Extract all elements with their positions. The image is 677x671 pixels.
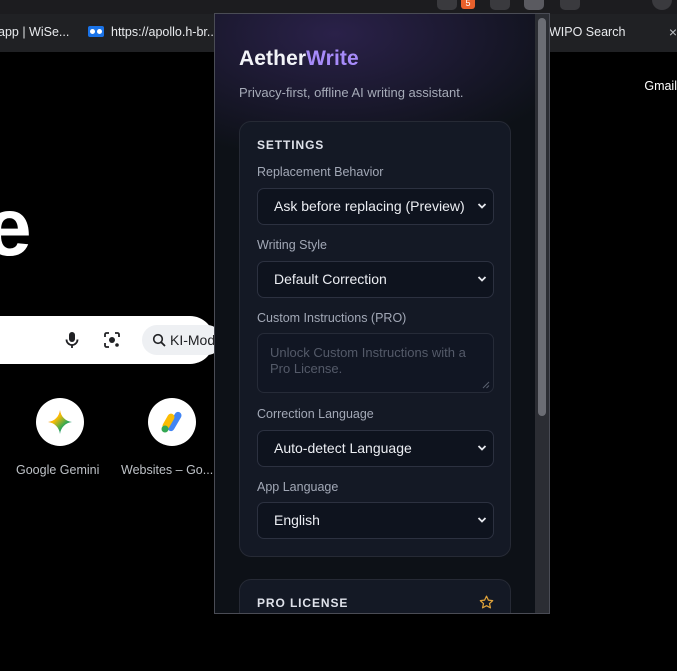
gmail-link[interactable]: Gmail bbox=[644, 79, 677, 93]
bookmark-favicon-icon bbox=[88, 26, 104, 37]
google-logo-fragment: e bbox=[0, 182, 32, 273]
extension-button[interactable] bbox=[560, 0, 580, 10]
extension-button[interactable] bbox=[490, 0, 510, 10]
browser-toolbar: 5 bbox=[0, 0, 677, 14]
magnify-sparkle-icon bbox=[152, 333, 166, 347]
shortcut-websites[interactable] bbox=[148, 398, 196, 446]
popup-scrollbar[interactable] bbox=[535, 14, 549, 613]
correction-language-value: Auto-detect Language bbox=[274, 440, 412, 456]
custom-instructions-textarea[interactable]: Unlock Custom Instructions with a Pro Li… bbox=[257, 333, 494, 393]
app-language-select[interactable]: English bbox=[257, 502, 494, 539]
gemini-icon bbox=[48, 410, 72, 434]
correction-language-select[interactable]: Auto-detect Language bbox=[257, 430, 494, 467]
aetherwrite-extension-button[interactable] bbox=[524, 0, 544, 10]
replacement-behavior-select[interactable]: Ask before replacing (Preview) bbox=[257, 188, 494, 225]
app-language-value: English bbox=[274, 512, 320, 528]
writing-style-label: Writing Style bbox=[257, 238, 327, 252]
shortcut-google-gemini[interactable] bbox=[36, 398, 84, 446]
ai-mode-chip[interactable]: KI-Modus bbox=[142, 325, 222, 355]
shortcut-label: Google Gemini bbox=[16, 463, 100, 477]
correction-language-label: Correction Language bbox=[257, 407, 374, 421]
chevron-down-icon bbox=[477, 276, 487, 282]
shortcut-label: Websites – Go... bbox=[121, 463, 214, 477]
pro-license-title: PRO LICENSE bbox=[257, 596, 349, 610]
bookmark-label: https://apollo.h-br... bbox=[111, 25, 218, 39]
settings-card: SETTINGS Replacement Behavior Ask before… bbox=[239, 121, 511, 557]
scrollbar-thumb[interactable] bbox=[538, 18, 546, 416]
tagline: Privacy-first, offline AI writing assist… bbox=[239, 85, 464, 100]
bookmark-item[interactable]: https://apollo.h-br... bbox=[88, 25, 217, 39]
camera-search-icon[interactable] bbox=[103, 331, 121, 349]
custom-instructions-label: Custom Instructions (PRO) bbox=[257, 311, 407, 325]
aetherwrite-popup: AetherWrite Privacy-first, offline AI wr… bbox=[214, 13, 550, 614]
extension-badge: 5 bbox=[461, 0, 475, 9]
google-search-bar[interactable]: KI-Modus bbox=[0, 316, 222, 364]
replacement-behavior-value: Ask before replacing (Preview) bbox=[274, 198, 465, 214]
resize-handle-icon[interactable] bbox=[482, 381, 490, 389]
app-title-part2: Write bbox=[306, 47, 359, 70]
chevron-down-icon bbox=[477, 517, 487, 523]
writing-style-select[interactable]: Default Correction bbox=[257, 261, 494, 298]
replacement-behavior-label: Replacement Behavior bbox=[257, 165, 384, 179]
chevron-down-icon bbox=[477, 203, 487, 209]
google-ads-icon bbox=[161, 411, 182, 433]
app-language-label: App Language bbox=[257, 480, 339, 494]
microphone-icon[interactable] bbox=[64, 331, 80, 349]
custom-instructions-placeholder: Unlock Custom Instructions with a Pro Li… bbox=[270, 345, 466, 376]
bookmark-item[interactable]: WIPO Search bbox=[549, 25, 625, 39]
settings-title: SETTINGS bbox=[257, 138, 325, 152]
app-title-part1: Aether bbox=[239, 47, 307, 70]
app-title: AetherWrite bbox=[239, 47, 359, 71]
extension-button[interactable] bbox=[437, 0, 457, 10]
chevron-down-icon bbox=[477, 445, 487, 451]
profile-avatar[interactable] bbox=[652, 0, 672, 10]
star-icon bbox=[479, 595, 494, 609]
bookmark-item[interactable]: app | WiSe... bbox=[0, 25, 69, 39]
close-icon[interactable]: × bbox=[669, 24, 677, 40]
pro-license-card: PRO LICENSE bbox=[239, 579, 511, 613]
writing-style-value: Default Correction bbox=[274, 271, 387, 287]
